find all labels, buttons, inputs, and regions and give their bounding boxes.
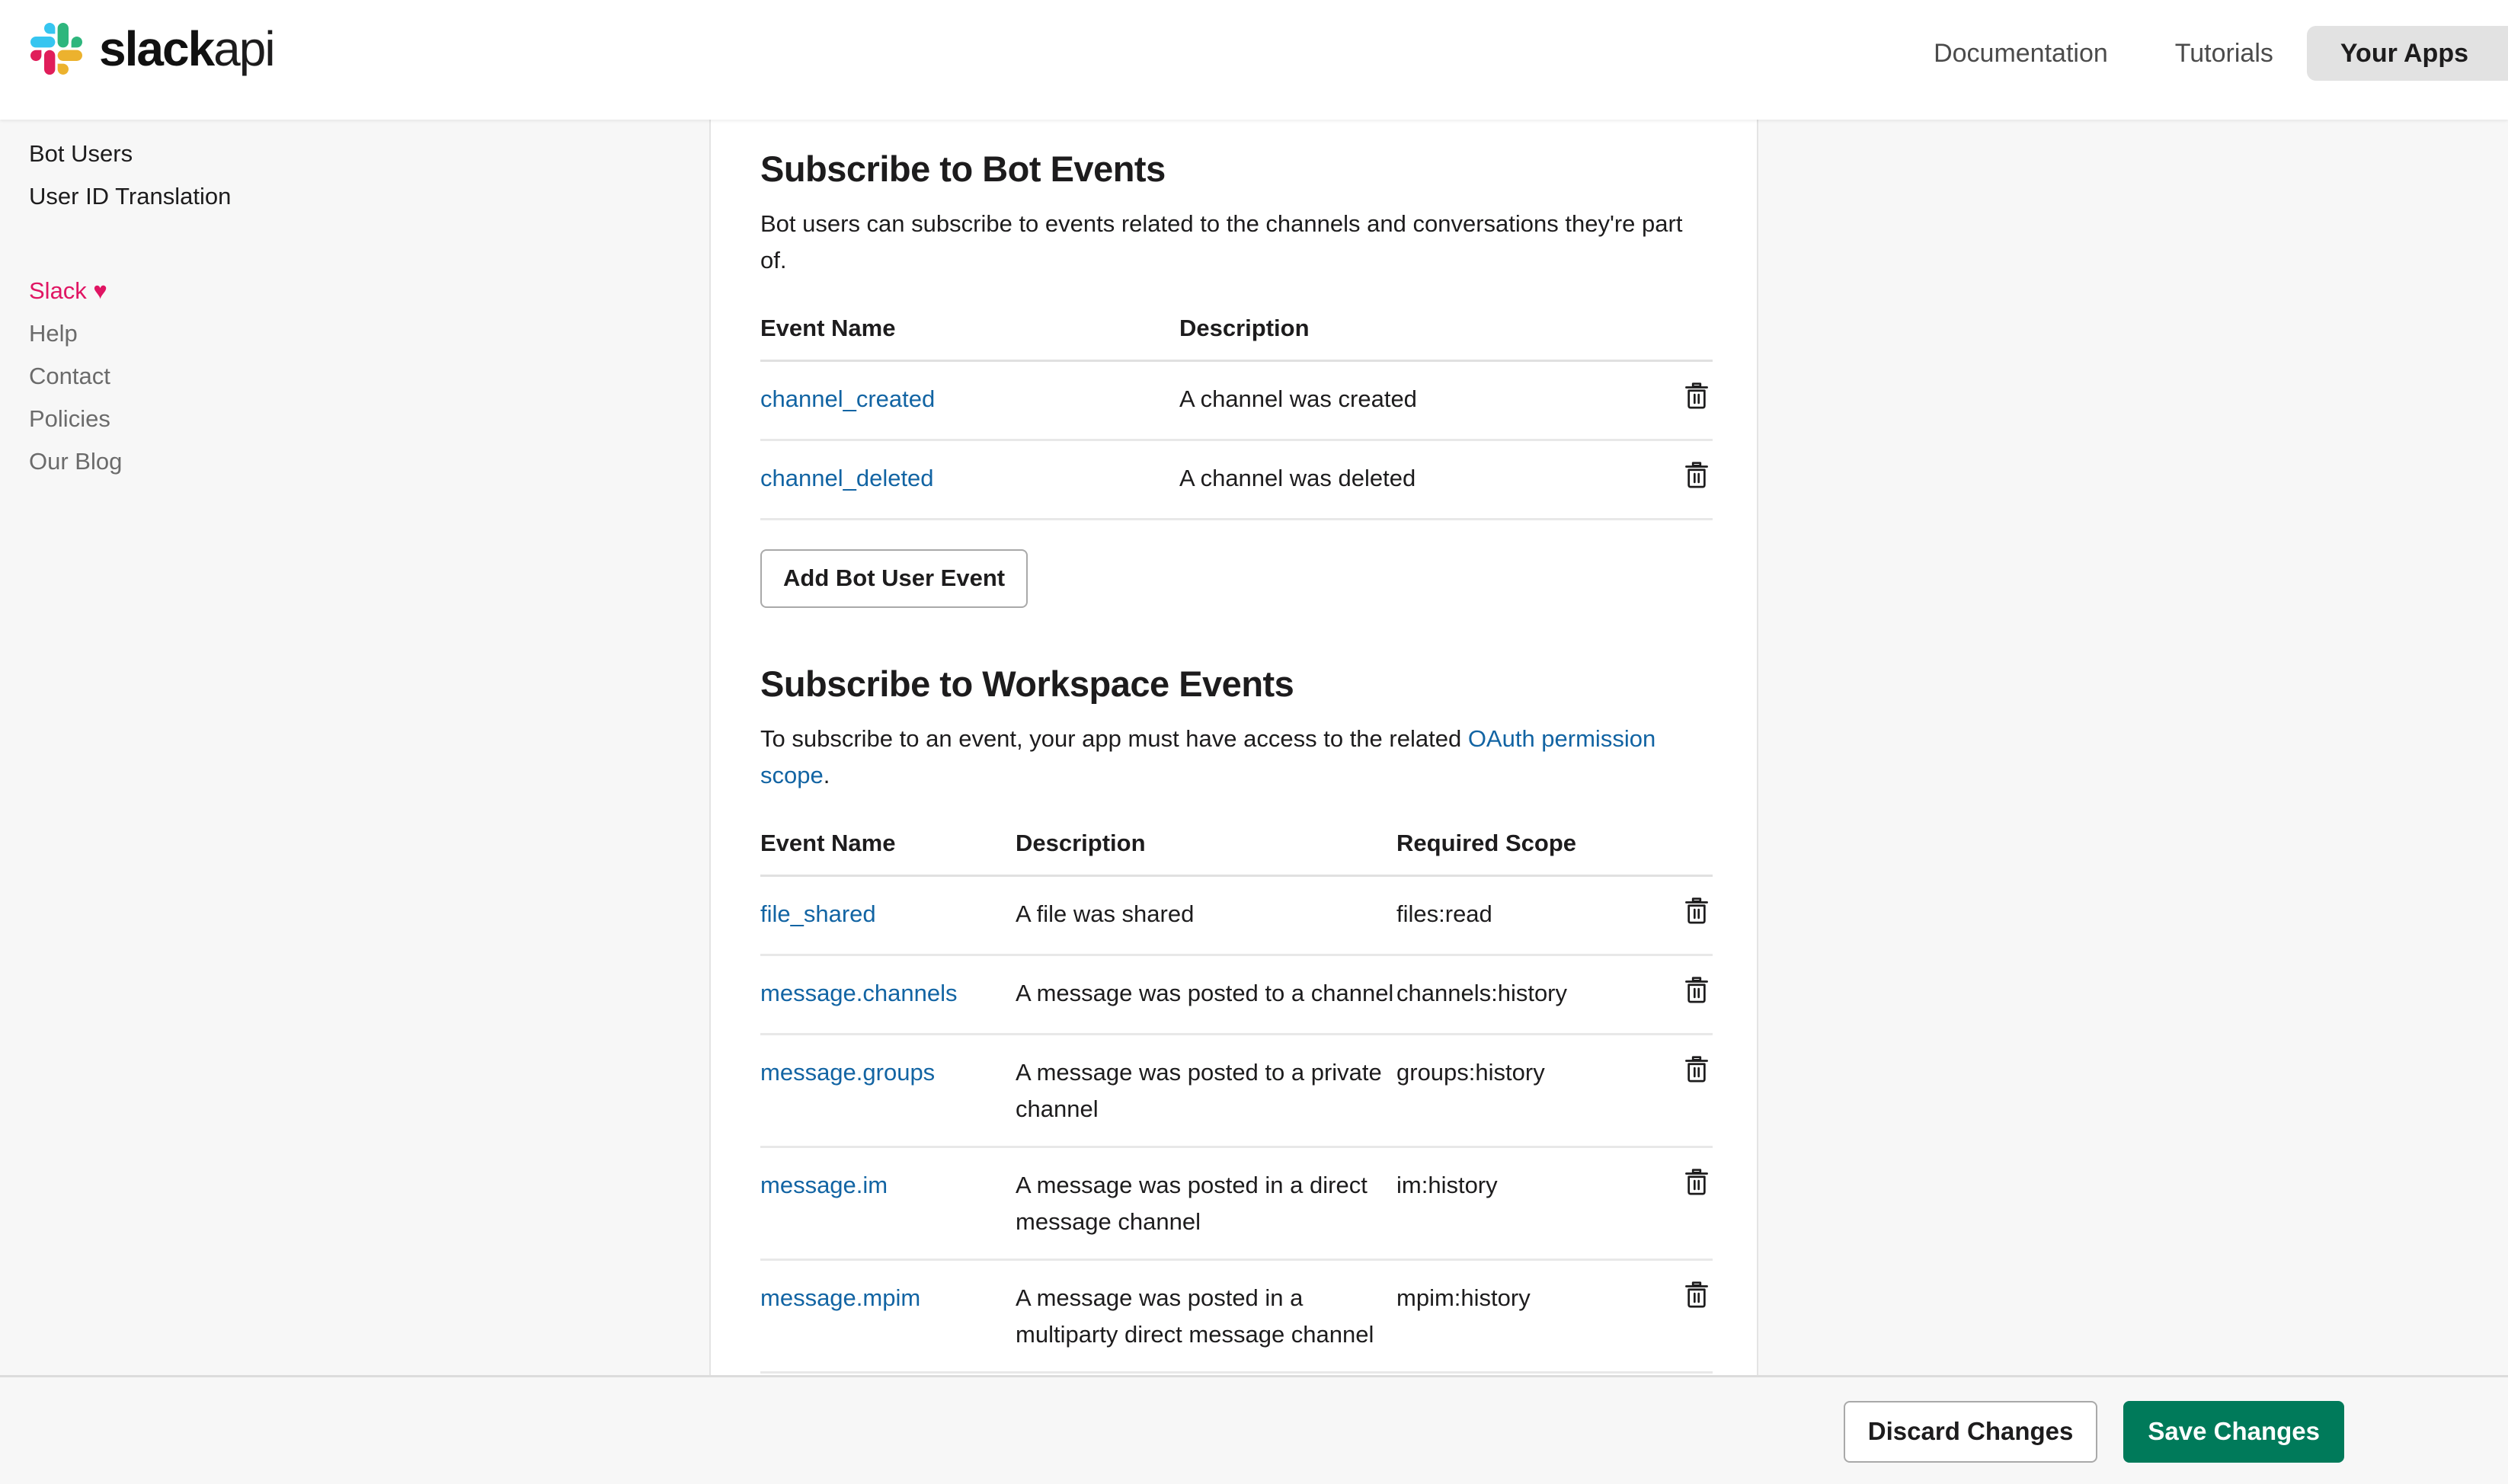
trash-icon-button-message-channels[interactable] [1684, 975, 1710, 1004]
workspace-event-name-cell: message.im [760, 1147, 1016, 1261]
trash-icon [1684, 896, 1710, 925]
workspace-events-table: Event Name Description Required Scope fi… [760, 830, 1713, 1374]
sidebar-item-user-id-translation[interactable]: User ID Translation [29, 175, 349, 218]
bot-events-title: Subscribe to Bot Events [760, 149, 1166, 189]
right-gutter [1760, 120, 2508, 1375]
bot-events-col-description: Description [1179, 315, 1310, 341]
trash-icon [1684, 1280, 1710, 1309]
bot-event-actions-cell [1652, 360, 1713, 441]
trash-icon [1684, 381, 1710, 410]
workspace-event-link-file-shared[interactable]: file_shared [760, 900, 876, 927]
workspace-event-actions-cell [1652, 1034, 1713, 1148]
workspace-event-name-cell: message.mpim [760, 1259, 1016, 1374]
workspace-event-link-message-mpim[interactable]: message.mpim [760, 1284, 920, 1311]
workspace-event-scope-cell: mpim:history [1396, 1259, 1652, 1374]
trash-icon [1684, 460, 1710, 489]
workspace-events-col-actions [1652, 830, 1713, 876]
main-content-panel: Subscribe to Bot Events Bot users can su… [711, 120, 1758, 1461]
bot-event-link-channel-deleted[interactable]: channel_deleted [760, 465, 934, 491]
table-row: message.groups A message was posted to a… [760, 1034, 1713, 1148]
add-bot-user-event-button[interactable]: Add Bot User Event [760, 549, 1028, 608]
nav-link-your-apps[interactable]: Your Apps [2306, 26, 2508, 81]
workspace-event-scope-cell: groups:history [1396, 1034, 1652, 1148]
workspace-events-col-event-name: Event Name [760, 830, 896, 856]
table-row: message.channels A message was posted to… [760, 955, 1713, 1035]
sidebar-item-help[interactable]: Help [29, 312, 349, 355]
footer-actions: Discard Changes Save Changes [1843, 1401, 2344, 1463]
table-row: file_shared A file was shared files:read [760, 875, 1713, 956]
top-header: slackapi Documentation Tutorials Your Ap… [0, 0, 2508, 120]
trash-icon-button-message-groups[interactable] [1684, 1054, 1710, 1083]
workspace-event-link-message-groups[interactable]: message.groups [760, 1059, 935, 1086]
workspace-event-scope-cell: channels:history [1396, 955, 1652, 1035]
bot-events-description: Bot users can subscribe to events relate… [760, 210, 1683, 273]
trash-icon [1684, 1167, 1710, 1196]
workspace-event-actions-cell [1652, 1147, 1713, 1261]
workspace-event-description-cell: A file was shared [1016, 875, 1396, 956]
workspace-events-col-required-scope: Required Scope [1396, 830, 1576, 856]
brand-word-api: api [213, 21, 275, 76]
brand-logo[interactable]: slackapi [30, 21, 276, 76]
workspace-event-name-cell: message.groups [760, 1034, 1016, 1148]
sidebar-item-slack-love[interactable]: Slack ♥ [29, 270, 349, 312]
workspace-events-title: Subscribe to Workspace Events [760, 664, 1294, 704]
save-changes-button[interactable]: Save Changes [2123, 1401, 2344, 1463]
brand-word-slack: slack [99, 21, 215, 76]
brand-wordmark: slackapi [99, 21, 276, 76]
workspace-events-desc-text: To subscribe to an event, your app must … [760, 725, 1468, 752]
footer-action-bar: Discard Changes Save Changes [0, 1375, 2508, 1484]
sidebar: Bot Users User ID Translation Slack ♥ He… [0, 120, 711, 1375]
nav-link-documentation[interactable]: Documentation [1900, 26, 2142, 81]
bot-event-name-cell: channel_deleted [760, 440, 1179, 520]
bot-event-description-cell: A channel was deleted [1179, 440, 1652, 520]
table-row: channel_created A channel was created [760, 360, 1713, 441]
bot-event-link-channel-created[interactable]: channel_created [760, 385, 935, 412]
workspace-event-scope-cell: im:history [1396, 1147, 1652, 1261]
bot-event-name-cell: channel_created [760, 360, 1179, 441]
workspace-events-col-description: Description [1016, 830, 1146, 856]
nav-link-tutorials[interactable]: Tutorials [2142, 26, 2307, 81]
header-nav: Documentation Tutorials Your Apps [1900, 26, 2508, 81]
bot-events-table: Event Name Description channel_created A… [760, 315, 1713, 520]
workspace-events-desc-period: . [823, 762, 830, 788]
workspace-event-description-cell: A message was posted to a channel [1016, 955, 1396, 1035]
sidebar-item-bot-users[interactable]: Bot Users [29, 133, 349, 175]
workspace-event-name-cell: message.channels [760, 955, 1016, 1035]
trash-icon-button-file-shared[interactable] [1684, 896, 1710, 925]
workspace-event-description-cell: A message was posted in a multiparty dir… [1016, 1259, 1396, 1374]
sidebar-item-policies[interactable]: Policies [29, 398, 349, 440]
workspace-event-actions-cell [1652, 875, 1713, 956]
workspace-events-header-row: Event Name Description Required Scope [760, 830, 1713, 876]
trash-icon-button-channel-created[interactable] [1684, 381, 1710, 410]
trash-icon-button-message-im[interactable] [1684, 1167, 1710, 1196]
discard-changes-button[interactable]: Discard Changes [1843, 1401, 2098, 1463]
table-row: message.im A message was posted in a dir… [760, 1147, 1713, 1261]
sidebar-divider-gap [29, 218, 349, 270]
workspace-event-actions-cell [1652, 955, 1713, 1035]
workspace-event-name-cell: file_shared [760, 875, 1016, 956]
workspace-events-description: To subscribe to an event, your app must … [760, 721, 1709, 794]
bot-events-col-event-name: Event Name [760, 315, 896, 341]
trash-icon-button-channel-deleted[interactable] [1684, 460, 1710, 489]
table-row: message.mpim A message was posted in a m… [760, 1259, 1713, 1374]
bot-events-col-actions [1652, 315, 1713, 361]
sidebar-item-contact[interactable]: Contact [29, 355, 349, 398]
workspace-event-scope-cell: files:read [1396, 875, 1652, 956]
workspace-event-description-cell: A message was posted in a direct message… [1016, 1147, 1396, 1261]
workspace-event-link-message-im[interactable]: message.im [760, 1172, 888, 1198]
sidebar-nav: Bot Users User ID Translation Slack ♥ He… [29, 133, 349, 483]
workspace-event-link-message-channels[interactable]: message.channels [760, 980, 958, 1006]
table-row: channel_deleted A channel was deleted [760, 440, 1713, 520]
workspace-event-actions-cell [1652, 1259, 1713, 1374]
slack-logo-icon [30, 23, 82, 75]
trash-icon-button-message-mpim[interactable] [1684, 1280, 1710, 1309]
trash-icon [1684, 975, 1710, 1004]
bot-events-header-row: Event Name Description [760, 315, 1713, 361]
sidebar-item-our-blog[interactable]: Our Blog [29, 440, 349, 483]
bot-event-actions-cell [1652, 440, 1713, 520]
bot-event-description-cell: A channel was created [1179, 360, 1652, 441]
trash-icon [1684, 1054, 1710, 1083]
workspace-event-description-cell: A message was posted to a private channe… [1016, 1034, 1396, 1148]
